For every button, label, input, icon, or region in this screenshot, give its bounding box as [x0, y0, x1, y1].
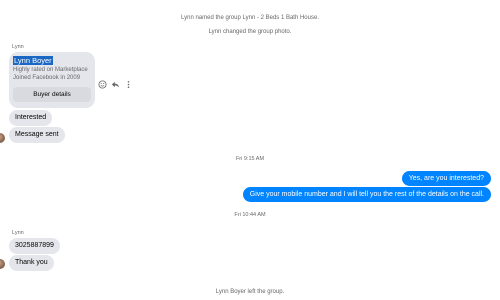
buyer-details-button[interactable]: Buyer details: [13, 87, 91, 102]
message-interested[interactable]: Interested: [9, 110, 53, 126]
message-phone[interactable]: 3025887899: [9, 238, 60, 254]
system-message-renamed: Lynn named the group Lynn - 2 Beds 1 Bat…: [181, 15, 319, 21]
sender-name: Lynn: [12, 44, 24, 50]
message-thank-you[interactable]: Thank you: [9, 255, 54, 271]
timestamp: Fri 9:15 AM: [235, 156, 265, 162]
system-message-left: Lynn Boyer left the group.: [215, 289, 285, 295]
avatar[interactable]: [0, 259, 5, 269]
profile-name[interactable]: Lynn Boyer: [13, 56, 53, 65]
emoji-icon[interactable]: [98, 76, 107, 89]
outgoing-message[interactable]: Give your mobile number and I will tell …: [242, 187, 491, 202]
joined-text: Joined Facebook in 2009: [13, 75, 81, 81]
avatar[interactable]: [0, 133, 5, 143]
more-icon[interactable]: [124, 76, 133, 89]
message-sent[interactable]: Message sent: [9, 127, 65, 143]
timestamp: Fri 10:44 AM: [234, 212, 266, 218]
system-message-photo: Lynn changed the group photo.: [208, 29, 292, 35]
reply-icon[interactable]: [111, 76, 120, 88]
outgoing-message[interactable]: Yes, are you interested?: [401, 171, 491, 186]
rating-text: Highly rated on Marketplace: [13, 67, 88, 73]
marketplace-profile-card: Lynn Boyer Highly rated on Marketplace J…: [9, 52, 95, 108]
sender-name: Lynn: [12, 230, 24, 236]
